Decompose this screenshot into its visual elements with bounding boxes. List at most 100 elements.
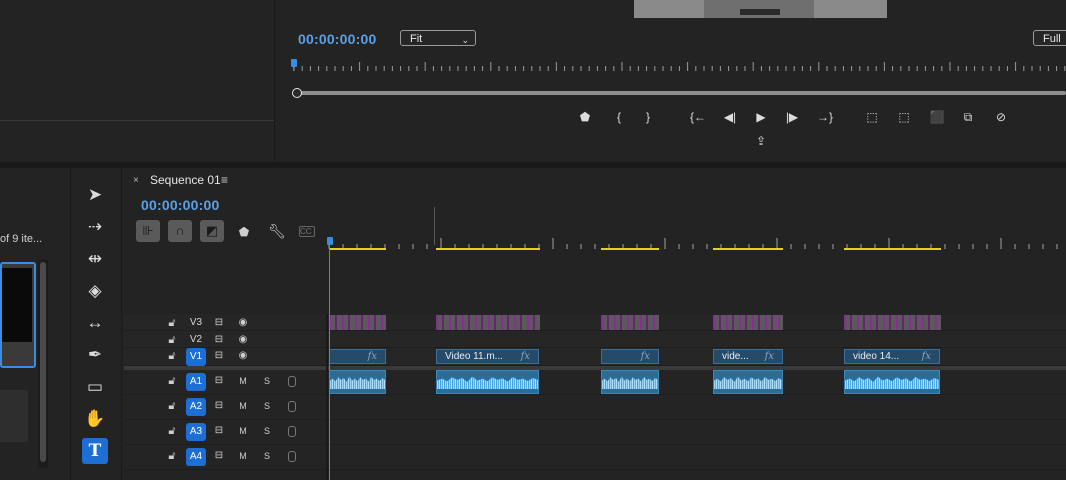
zoom-scrollbar[interactable] <box>297 91 1066 95</box>
selection-tool-icon[interactable]: ➤ <box>82 182 108 208</box>
sync-lock-icon[interactable]: ⊟ <box>212 375 226 386</box>
track-label-v2[interactable]: V2 <box>186 334 206 345</box>
v3-clip[interactable] <box>436 315 540 330</box>
mark-in-icon[interactable]: { <box>610 110 628 126</box>
v1-clip[interactable]: vide... fx <box>713 349 783 364</box>
lock-icon[interactable]: 🔓︎ <box>166 334 178 347</box>
work-area-bar[interactable] <box>844 248 941 250</box>
work-area-bar[interactable] <box>436 248 540 250</box>
proxy-toggle-icon[interactable]: ⊘ <box>992 110 1010 126</box>
a1-clip[interactable] <box>601 370 659 394</box>
hand-tool-icon[interactable]: ✋ <box>82 406 108 432</box>
zoom-select[interactable]: Fit ⌄ <box>400 30 476 46</box>
project-scrollbar-thumb[interactable] <box>40 262 46 462</box>
type-tool-icon[interactable]: T <box>82 438 108 464</box>
close-icon[interactable]: × <box>133 175 139 186</box>
panel-menu-icon[interactable]: ≡ <box>221 173 228 187</box>
eye-icon[interactable]: ◉ <box>236 350 250 361</box>
solo-button[interactable]: S <box>262 376 272 386</box>
extract-icon[interactable]: ⬚ <box>895 110 913 126</box>
export-frame-icon[interactable]: ⬛ <box>928 110 946 126</box>
razor-tool-icon[interactable]: ◈ <box>82 278 108 304</box>
play-icon[interactable]: ▶ <box>752 110 770 126</box>
work-area-bar[interactable] <box>601 248 659 250</box>
work-area-bar[interactable] <box>329 248 386 250</box>
a1-clip[interactable] <box>713 370 783 394</box>
v1-clip[interactable]: fx <box>601 349 659 364</box>
lock-icon[interactable]: 🔓︎ <box>166 317 178 330</box>
go-to-out-icon[interactable]: →} <box>816 110 834 126</box>
project-item-thumbnail[interactable] <box>0 262 36 368</box>
eye-icon[interactable]: ◉ <box>236 334 250 345</box>
slip-tool-icon[interactable]: ↔ <box>82 310 108 336</box>
mark-out-icon[interactable]: } <box>639 110 657 126</box>
v3-clip[interactable] <box>601 315 659 330</box>
step-forward-icon[interactable]: |▶ <box>783 110 801 126</box>
eye-icon[interactable]: ◉ <box>236 317 250 328</box>
pen-tool-icon[interactable]: ✒ <box>82 342 108 368</box>
add-marker-icon[interactable]: ⬟ <box>576 110 594 126</box>
sync-lock-icon[interactable]: ⊟ <box>212 317 226 328</box>
track-label-v1[interactable]: V1 <box>186 348 206 366</box>
program-time-ruler[interactable] <box>290 60 1066 74</box>
resolution-select[interactable]: Full <box>1033 30 1066 46</box>
go-to-in-icon[interactable]: {← <box>689 110 707 126</box>
microphone-icon[interactable] <box>288 401 296 412</box>
project-item-thumbnail-2[interactable] <box>0 390 28 442</box>
mute-button[interactable]: M <box>238 426 248 436</box>
track-select-tool-icon[interactable]: ⇢ <box>82 214 108 240</box>
v1-clip[interactable]: Video 11.m... fx <box>436 349 539 364</box>
timeline-timecode[interactable]: 00:00:00:00 <box>141 197 219 213</box>
lock-icon[interactable]: 🔓︎ <box>166 425 178 438</box>
zoom-scrollbar-handle[interactable] <box>292 88 302 98</box>
solo-button[interactable]: S <box>262 401 272 411</box>
work-area-bar[interactable] <box>713 248 783 250</box>
linked-selection-button[interactable]: ◩ <box>200 220 224 242</box>
lock-icon[interactable]: 🔓︎ <box>166 375 178 388</box>
v3-clip[interactable] <box>329 315 386 330</box>
microphone-icon[interactable] <box>288 376 296 387</box>
a1-clip[interactable] <box>844 370 940 394</box>
export-icon[interactable]: ⇪ <box>752 134 770 150</box>
track-label-v3[interactable]: V3 <box>186 317 206 328</box>
lift-icon[interactable]: ⬚ <box>863 110 881 126</box>
mute-button[interactable]: M <box>238 451 248 461</box>
track-label-a4[interactable]: A4 <box>186 448 206 466</box>
lock-icon[interactable]: 🔓︎ <box>166 450 178 463</box>
snap-button[interactable]: ∩ <box>168 220 192 242</box>
sequence-tab-title[interactable]: Sequence 01 <box>150 173 221 187</box>
step-back-icon[interactable]: ◀| <box>721 110 739 126</box>
microphone-icon[interactable] <box>288 451 296 462</box>
lock-icon[interactable]: 🔓︎ <box>166 400 178 413</box>
track-label-a1[interactable]: A1 <box>186 373 206 391</box>
sync-lock-icon[interactable]: ⊟ <box>212 334 226 345</box>
track-label-a2[interactable]: A2 <box>186 398 206 416</box>
solo-button[interactable]: S <box>262 451 272 461</box>
v1-clip[interactable]: video 14... fx <box>844 349 940 364</box>
mute-button[interactable]: M <box>238 376 248 386</box>
microphone-icon[interactable] <box>288 426 296 437</box>
sync-lock-icon[interactable]: ⊟ <box>212 450 226 461</box>
v3-clip[interactable] <box>713 315 783 330</box>
ripple-edit-tool-icon[interactable]: ⇹ <box>82 246 108 272</box>
sync-lock-icon[interactable]: ⊟ <box>212 400 226 411</box>
sync-lock-icon[interactable]: ⊟ <box>212 350 226 361</box>
v3-clip[interactable] <box>844 315 941 330</box>
program-timecode[interactable]: 00:00:00:00 <box>298 31 376 47</box>
lock-icon[interactable]: 🔓︎ <box>166 350 178 363</box>
a1-clip[interactable] <box>329 370 386 394</box>
a1-clip[interactable] <box>436 370 539 394</box>
wrench-icon[interactable]: 🔧︎ <box>268 223 286 240</box>
insert-overwrite-nest-button[interactable]: ⊪ <box>136 220 160 242</box>
compare-view-icon[interactable]: ⧉ <box>959 110 977 126</box>
mute-button[interactable]: M <box>238 401 248 411</box>
timeline-playhead[interactable] <box>327 237 333 245</box>
track-label-a3[interactable]: A3 <box>186 423 206 441</box>
program-playhead[interactable] <box>291 59 297 67</box>
solo-button[interactable]: S <box>262 426 272 436</box>
sync-lock-icon[interactable]: ⊟ <box>212 425 226 436</box>
add-marker-icon[interactable]: ⬟ <box>236 225 252 239</box>
v1-clip[interactable]: fx <box>329 349 386 364</box>
rectangle-tool-icon[interactable]: ▭ <box>82 374 108 400</box>
captions-icon[interactable]: CC <box>299 226 315 237</box>
